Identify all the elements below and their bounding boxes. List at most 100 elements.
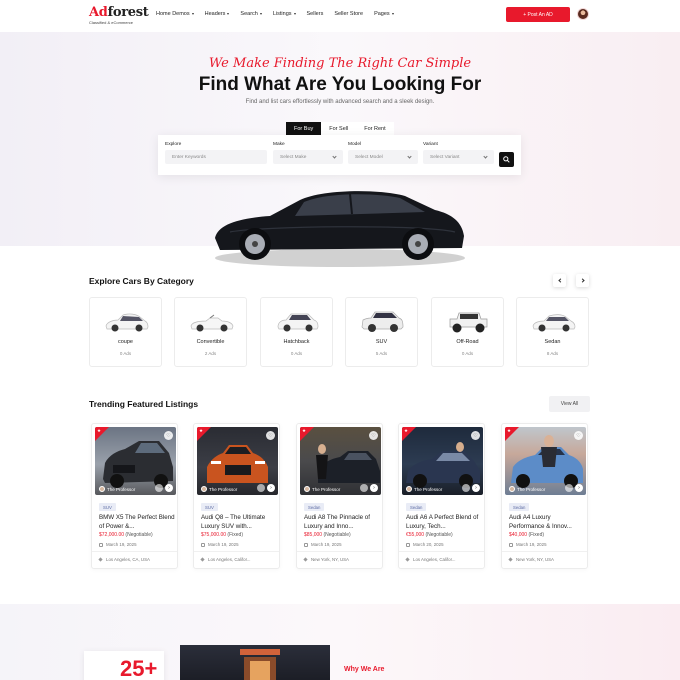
category-name: Sedan	[544, 339, 561, 345]
heart-icon[interactable]: ♡	[574, 431, 583, 440]
off-road-car-icon	[449, 312, 487, 333]
variant-field-group: Variant Select Variant	[423, 142, 494, 164]
category-card-coupe[interactable]: coupe 0 Ads	[89, 297, 162, 367]
listing-author[interactable]: The Professor	[201, 486, 237, 492]
listing-author[interactable]: The Professor	[406, 486, 442, 492]
divider	[92, 551, 177, 552]
star-icon: ★	[97, 428, 102, 433]
listing-location: Los Angeles, Califor...	[405, 557, 455, 562]
listing-category-badge[interactable]: SUV	[99, 503, 116, 511]
date-text: March 19, 2025	[106, 542, 137, 547]
star-icon: ★	[507, 428, 512, 433]
arrow-right-icon[interactable]: ›	[575, 484, 583, 492]
nav-home-demos[interactable]: Home Demos	[156, 11, 194, 17]
nav-sellers[interactable]: Sellers	[307, 11, 324, 17]
listing-photo[interactable]: ★ ♡ The Professor ›	[402, 427, 483, 495]
user-avatar[interactable]	[577, 8, 589, 20]
listing-date: March 19, 2025	[304, 542, 342, 547]
nav-search[interactable]: Search	[240, 11, 262, 17]
nav-headers[interactable]: Headers	[205, 11, 230, 17]
category-card-sedan[interactable]: Sedan 8 Ads	[516, 297, 589, 367]
arrow-right-icon[interactable]: ›	[472, 484, 480, 492]
category-prev-button[interactable]	[553, 274, 566, 287]
listing-category-badge[interactable]: Sedan	[406, 503, 427, 511]
category-count: 2 Ads	[204, 351, 217, 356]
location-pin-icon	[405, 557, 410, 562]
heart-icon[interactable]: ♡	[266, 431, 275, 440]
listing-author[interactable]: The Professor	[304, 486, 340, 492]
nav-seller-store[interactable]: Seller Store	[334, 11, 363, 17]
chevron-down-icon	[191, 13, 194, 15]
price-note: (Negotiable)	[323, 532, 351, 538]
heart-icon[interactable]: ♡	[164, 431, 173, 440]
tab-for-rent[interactable]: For Rent	[356, 122, 394, 135]
listing-category-badge[interactable]: SUV	[201, 503, 218, 511]
listing-title[interactable]: Audi A6 A Perfect Blend of Luxury, Tech.…	[406, 513, 482, 531]
site-logo[interactable]: Adforest Classified & eCommerce	[89, 6, 149, 25]
search-tabs: For Buy For Sell For Rent	[286, 122, 394, 135]
divider	[194, 551, 279, 552]
author-name: The Professor	[312, 486, 341, 492]
chevron-left-icon	[557, 278, 563, 283]
search-icon	[503, 156, 510, 163]
listing-location: Los Angeles, Califor...	[200, 557, 250, 562]
listing-photo[interactable]: ★ ♡ The Professor ›	[300, 427, 381, 495]
listing-card[interactable]: ★ ♡ The Professor › Sedan Audi A6 A Perf…	[398, 423, 485, 569]
tab-for-sell[interactable]: For Sell	[321, 122, 357, 135]
listing-title[interactable]: Audi A4 Luxury Performance & Innov...	[509, 513, 585, 531]
arrow-right-icon[interactable]: ›	[267, 484, 275, 492]
compare-icon[interactable]	[360, 484, 368, 492]
compare-icon[interactable]	[155, 484, 163, 492]
keyword-input[interactable]: Enter Keywords	[165, 150, 267, 164]
chevron-down-icon	[332, 153, 337, 159]
listing-author[interactable]: The Professor	[509, 486, 545, 492]
chevron-down-icon	[391, 13, 394, 15]
post-ad-button[interactable]: + Post An AD	[506, 7, 570, 22]
tab-for-buy[interactable]: For Buy	[286, 122, 322, 135]
compare-icon[interactable]	[565, 484, 573, 492]
nav-pages-label: Pages	[374, 11, 390, 17]
listing-title[interactable]: Audi Q8 – The Ultimate Luxury SUV with..…	[201, 513, 277, 531]
arrow-right-icon[interactable]: ›	[370, 484, 378, 492]
category-card-off-road[interactable]: Off-Road 0 Ads	[431, 297, 504, 367]
listing-price: $72,000.00 (Negotiable)	[99, 532, 153, 538]
listing-card[interactable]: ★ ♡ The Professor › SUV Audi Q8 – The Ul…	[193, 423, 280, 569]
category-card-convertible[interactable]: Convertible 2 Ads	[174, 297, 247, 367]
listing-card[interactable]: ★ ♡ The Professor › Sedan Audi A8 The Pi…	[296, 423, 383, 569]
star-icon: ★	[302, 428, 307, 433]
listing-author[interactable]: The Professor	[99, 486, 135, 492]
arrow-right-icon[interactable]: ›	[165, 484, 173, 492]
location-pin-icon	[98, 557, 103, 562]
category-card-suv[interactable]: SUV 5 Ads	[345, 297, 418, 367]
variant-select[interactable]: Select Variant	[423, 150, 494, 164]
model-select[interactable]: Select Model	[348, 150, 418, 164]
why-us-image	[180, 645, 330, 680]
view-all-button[interactable]: View All	[549, 396, 590, 412]
nav-listings[interactable]: Listings	[273, 11, 296, 17]
category-section-title: Explore Cars By Category	[89, 276, 194, 286]
author-name: The Professor	[517, 486, 546, 492]
compare-icon[interactable]	[257, 484, 265, 492]
make-select[interactable]: Select Make	[273, 150, 343, 164]
category-card-hatchback[interactable]: Hatchback 0 Ads	[260, 297, 333, 367]
date-text: March 19, 2025	[516, 542, 547, 547]
listing-price: $85,000 (Negotiable)	[304, 532, 351, 538]
listing-title[interactable]: BMW X5 The Perfect Blend of Power &...	[99, 513, 175, 531]
compare-icon[interactable]	[462, 484, 470, 492]
category-next-button[interactable]	[576, 274, 589, 287]
listing-category-badge[interactable]: Sedan	[509, 503, 530, 511]
category-count: 0 Ads	[290, 351, 303, 356]
listing-category-badge[interactable]: Sedan	[304, 503, 325, 511]
listing-title[interactable]: Audi A8 The Pinnacle of Luxury and Inno.…	[304, 513, 380, 531]
heart-icon[interactable]: ♡	[369, 431, 378, 440]
listing-photo[interactable]: ★ ♡ The Professor ›	[95, 427, 176, 495]
heart-icon[interactable]: ♡	[471, 431, 480, 440]
listing-photo[interactable]: ★ ♡ The Professor ›	[197, 427, 278, 495]
listing-card[interactable]: ★ ♡ The Professor › Sedan Audi A4 Luxury…	[501, 423, 588, 569]
listing-photo[interactable]: ★ ♡ The Professor ›	[505, 427, 586, 495]
listing-card[interactable]: ★ ♡ The Professor › SUV BMW X5 The Perfe…	[91, 423, 178, 569]
search-button[interactable]	[499, 152, 514, 167]
nav-pages[interactable]: Pages	[374, 11, 394, 17]
category-count: 5 Ads	[375, 351, 388, 356]
logo-tagline: Classified & eCommerce	[89, 20, 134, 25]
